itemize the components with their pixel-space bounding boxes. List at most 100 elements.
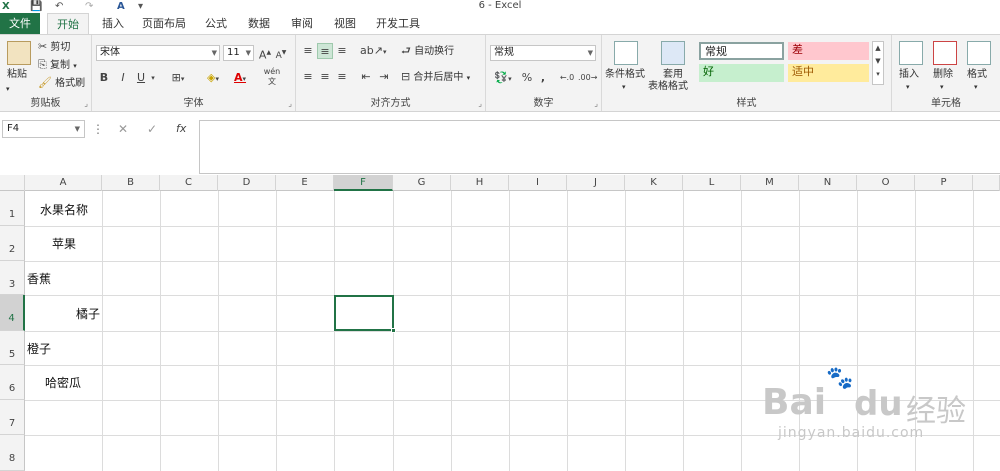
format-as-table-icon[interactable] <box>661 41 685 65</box>
align-right-icon[interactable]: ≡ <box>334 69 350 85</box>
column-header[interactable]: L <box>683 175 741 191</box>
column-header[interactable]: J <box>567 175 625 191</box>
underline-dropdown-icon[interactable]: ▾ <box>149 70 157 86</box>
tab-developer[interactable]: 开发工具 <box>370 13 426 34</box>
phonetic-icon[interactable]: wén 文 <box>262 67 282 86</box>
bold-button[interactable]: B <box>97 70 111 86</box>
number-format-combo[interactable]: 常规 ▼ <box>490 45 596 61</box>
insert-cells-icon[interactable] <box>899 41 923 65</box>
format-painter-button[interactable]: 🖌 格式刷 <box>38 76 85 91</box>
styles-gallery-scroll[interactable]: ▲ ▼ ▾ <box>872 41 884 85</box>
tab-review[interactable]: 审阅 <box>284 13 320 34</box>
name-box[interactable]: F4 ▼ <box>2 120 85 138</box>
comma-button[interactable]: , <box>538 70 548 86</box>
row-header[interactable]: 8 <box>0 435 25 471</box>
column-header[interactable]: I <box>509 175 567 191</box>
conditional-format-icon[interactable] <box>614 41 638 65</box>
orientation-icon[interactable]: ab↗▾ <box>360 43 386 59</box>
align-middle-icon[interactable]: ≡ <box>317 43 333 59</box>
paste-button[interactable]: 粘贴 <box>7 68 27 82</box>
row-header-selected[interactable]: 4 <box>0 295 25 331</box>
column-header[interactable]: K <box>625 175 683 191</box>
column-header[interactable]: A <box>25 175 102 191</box>
decrease-indent-icon[interactable]: ⇤ <box>358 69 374 85</box>
tab-file[interactable]: 文件 <box>0 13 40 34</box>
delete-cells-icon[interactable] <box>933 41 957 65</box>
active-cell-F4[interactable] <box>334 295 396 333</box>
style-good[interactable]: 好 <box>699 64 784 82</box>
accounting-format-icon[interactable]: 💱▾ <box>490 70 516 86</box>
font-color-icon[interactable]: A▾ <box>230 70 250 86</box>
column-header[interactable]: N <box>799 175 857 191</box>
row-header[interactable]: 2 <box>0 226 25 261</box>
wrap-text-button[interactable]: ⮐ 自动换行 <box>401 44 454 59</box>
cut-button[interactable]: ✂ 剪切 <box>38 40 70 55</box>
number-launcher-icon[interactable]: ⌟ <box>594 99 598 108</box>
decrease-font-icon[interactable]: A▼ <box>274 45 288 61</box>
tab-home[interactable]: 开始 <box>47 13 89 34</box>
font-launcher-icon[interactable]: ⌟ <box>288 99 292 108</box>
font-size-combo[interactable]: 11 ▼ <box>223 45 254 61</box>
alignment-launcher-icon[interactable]: ⌟ <box>478 99 482 108</box>
style-neutral[interactable]: 适中 <box>788 64 869 82</box>
tab-page-layout[interactable]: 页面布局 <box>138 13 190 34</box>
paste-icon[interactable] <box>7 41 31 65</box>
column-header[interactable]: E <box>276 175 334 191</box>
percent-button[interactable]: % <box>520 70 534 86</box>
column-header[interactable]: M <box>741 175 799 191</box>
style-bad[interactable]: 差 <box>788 42 869 60</box>
column-header[interactable]: P <box>915 175 973 191</box>
cell-A2[interactable]: 苹果 <box>52 235 76 252</box>
border-icon[interactable]: ⊞▾ <box>168 70 188 86</box>
column-header[interactable]: C <box>160 175 218 191</box>
align-center-icon[interactable]: ≡ <box>317 69 333 85</box>
row-header[interactable]: 5 <box>0 331 25 365</box>
cell-A1[interactable]: 水果名称 <box>40 201 88 218</box>
cell-A6[interactable]: 哈密瓜 <box>45 374 81 391</box>
increase-decimal-icon[interactable]: ←.0 <box>558 70 576 86</box>
conditional-format-dropdown-icon[interactable]: ▾ <box>622 80 626 94</box>
tab-insert[interactable]: 插入 <box>93 13 133 34</box>
column-header[interactable]: B <box>102 175 160 191</box>
align-top-icon[interactable]: ≡ <box>300 43 316 59</box>
column-header-selected[interactable]: F <box>334 175 393 191</box>
delete-dropdown-icon[interactable]: ▾ <box>940 80 944 94</box>
fill-handle[interactable] <box>391 328 396 333</box>
format-cells-icon[interactable] <box>967 41 991 65</box>
column-header-partial[interactable] <box>973 175 1000 191</box>
italic-button[interactable]: I <box>116 70 130 86</box>
row-header[interactable]: 1 <box>0 191 25 226</box>
insert-dropdown-icon[interactable]: ▾ <box>906 80 910 94</box>
underline-button[interactable]: U <box>134 70 148 86</box>
column-header[interactable]: O <box>857 175 915 191</box>
tab-formulas[interactable]: 公式 <box>198 13 234 34</box>
tab-data[interactable]: 数据 <box>241 13 277 34</box>
column-header[interactable]: G <box>393 175 451 191</box>
font-name-combo[interactable]: 宋体 ▼ <box>96 45 220 61</box>
confirm-entry-icon[interactable]: ✓ <box>147 120 157 138</box>
cell-A3[interactable]: 香蕉 <box>27 270 51 287</box>
copy-button[interactable]: ⎘ 复制 ▾ <box>38 58 77 73</box>
column-header[interactable]: H <box>451 175 509 191</box>
insert-function-button[interactable]: fx <box>176 120 186 138</box>
decrease-decimal-icon[interactable]: .00→ <box>578 70 597 86</box>
increase-font-icon[interactable]: A▲ <box>258 45 272 62</box>
formula-input[interactable] <box>199 120 1000 174</box>
increase-indent-icon[interactable]: ⇥ <box>376 69 392 85</box>
select-all-corner[interactable] <box>0 175 25 191</box>
tab-view[interactable]: 视图 <box>327 13 363 34</box>
cell-A5[interactable]: 橙子 <box>27 340 51 357</box>
column-header[interactable]: D <box>218 175 276 191</box>
cancel-entry-icon[interactable]: ✕ <box>118 120 128 138</box>
align-left-icon[interactable]: ≡ <box>300 69 316 85</box>
style-normal[interactable]: 常规 <box>699 42 784 60</box>
format-dropdown-icon[interactable]: ▾ <box>974 80 978 94</box>
row-header[interactable]: 3 <box>0 261 25 295</box>
cell-A4[interactable]: 橘子 <box>76 305 100 322</box>
format-as-table-button[interactable]: 表格格式 <box>648 80 688 94</box>
row-header[interactable]: 7 <box>0 400 25 435</box>
clipboard-launcher-icon[interactable]: ⌟ <box>84 99 88 108</box>
merge-center-button[interactable]: ⊟ 合并后居中 ▾ <box>401 70 470 85</box>
fill-color-icon[interactable]: ◈▾ <box>202 70 224 86</box>
align-bottom-icon[interactable]: ≡ <box>334 43 350 59</box>
